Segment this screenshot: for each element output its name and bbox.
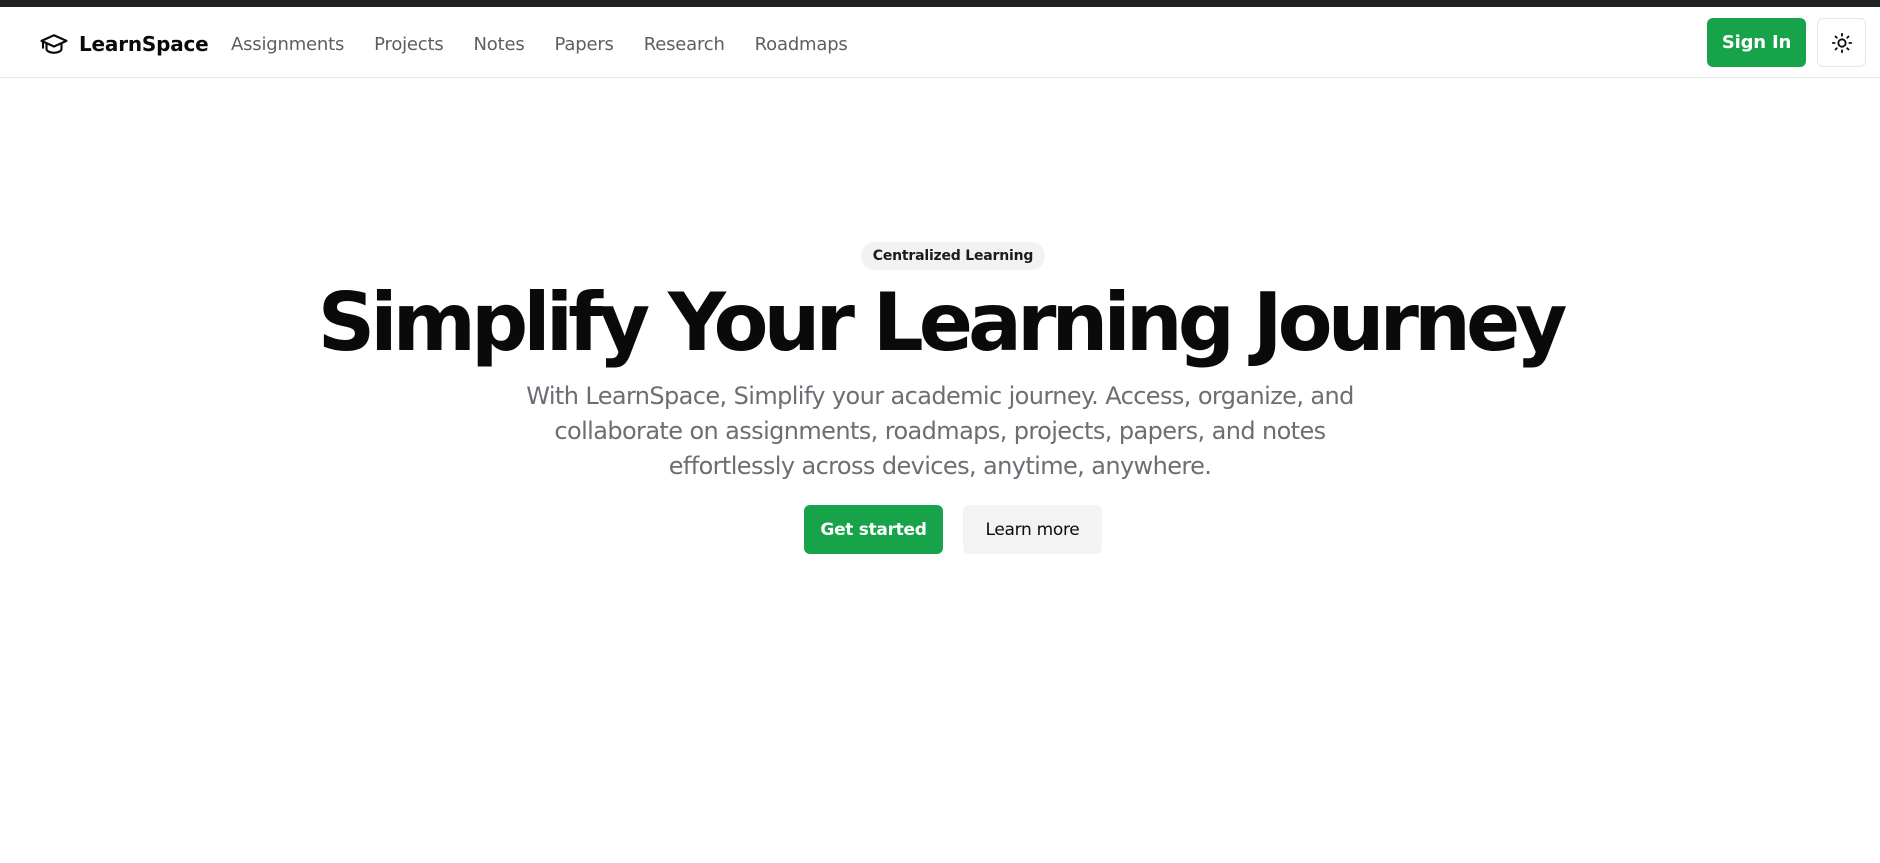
navbar: LearnSpace Assignments Projects Notes Pa… — [0, 7, 1880, 78]
brand-logo-link[interactable]: LearnSpace — [39, 29, 209, 59]
hero-title: Simplify Your Learning Journey — [317, 276, 1568, 369]
learn-more-button[interactable]: Learn more — [963, 505, 1102, 554]
hero-badge: Centralized Learning — [861, 242, 1045, 270]
top-strip — [0, 0, 1880, 7]
sign-in-button[interactable]: Sign In — [1707, 18, 1806, 67]
hero-subtitle: With LearnSpace, Simplify your academic … — [526, 382, 1354, 480]
get-started-button[interactable]: Get started — [804, 505, 943, 554]
nav-link-assignments[interactable]: Assignments — [231, 34, 344, 55]
nav-link-research[interactable]: Research — [644, 34, 725, 55]
nav-link-roadmaps[interactable]: Roadmaps — [755, 34, 848, 55]
brand-name: LearnSpace — [79, 32, 209, 56]
nav-link-notes[interactable]: Notes — [474, 34, 525, 55]
main-nav: Assignments Projects Notes Papers Resear… — [231, 29, 878, 59]
graduation-cap-icon — [39, 29, 69, 59]
nav-link-projects[interactable]: Projects — [374, 34, 444, 55]
nav-link-papers[interactable]: Papers — [555, 34, 614, 55]
theme-toggle-button[interactable] — [1817, 18, 1866, 67]
sun-icon — [1831, 32, 1853, 54]
